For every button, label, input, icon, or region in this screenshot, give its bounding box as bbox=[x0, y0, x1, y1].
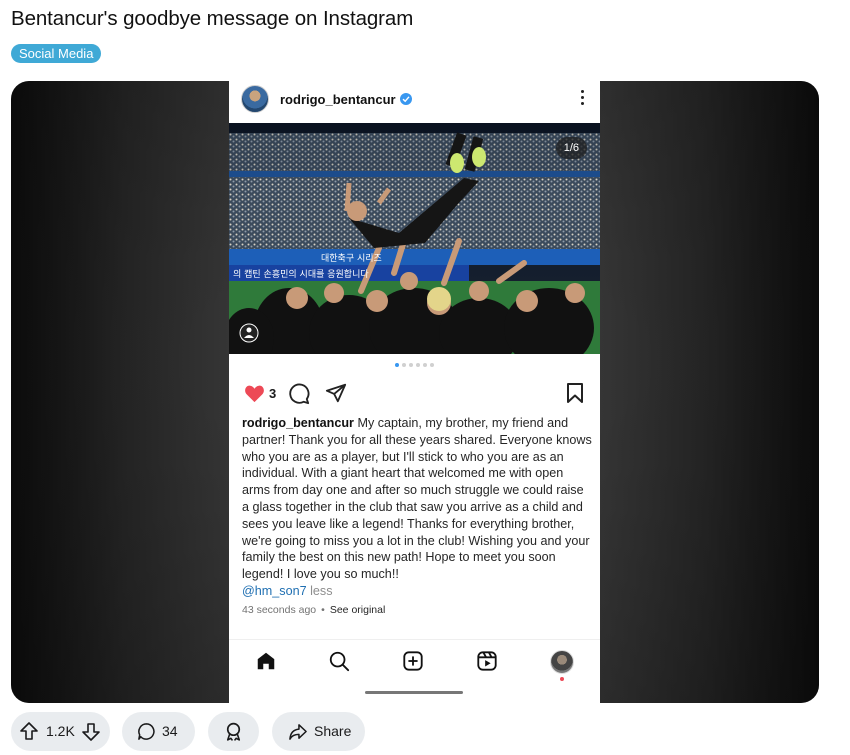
comment-count: 34 bbox=[162, 723, 178, 739]
search-icon bbox=[329, 651, 350, 672]
instagram-screenshot: rodrigo_bentancur 의 캡틴 손흥민의 시대를 응원합니다 대한… bbox=[229, 81, 600, 703]
profile-avatar bbox=[241, 85, 269, 113]
meta-separator: • bbox=[321, 604, 325, 616]
comment-bubble-icon bbox=[138, 723, 155, 740]
send-icon bbox=[325, 383, 347, 403]
carousel-dot bbox=[430, 363, 434, 367]
see-original-link: See original bbox=[329, 604, 386, 616]
carousel-dot bbox=[423, 363, 427, 367]
photo-banner-text: 의 캡틴 손흥민의 시대를 응원합니다 bbox=[233, 268, 369, 280]
profile-avatar bbox=[550, 650, 574, 674]
carousel-dots bbox=[229, 363, 600, 367]
comments-button[interactable]: 34 bbox=[122, 712, 195, 751]
post-caption: rodrigo_bentancur My captain, my brother… bbox=[242, 415, 592, 600]
mention-link: @hm_son7 bbox=[242, 583, 307, 598]
share-label: Share bbox=[314, 723, 352, 739]
post-meta: 43 seconds ago • See original bbox=[242, 604, 385, 616]
vote-bar: 1.2K bbox=[11, 712, 110, 751]
more-options-icon bbox=[580, 90, 586, 108]
post-title: Bentancur's goodbye message on Instagram bbox=[11, 7, 414, 30]
upvote-icon[interactable] bbox=[19, 721, 39, 741]
caption-username: rodrigo_bentancur bbox=[242, 416, 354, 430]
notification-dot bbox=[560, 677, 564, 681]
reels-icon bbox=[477, 651, 497, 671]
caption-text: My captain, my brother, my friend and pa… bbox=[242, 416, 592, 582]
photo-banner-text-2: 대한축구 시리즈 bbox=[321, 253, 382, 264]
award-button[interactable] bbox=[208, 712, 259, 751]
home-icon bbox=[257, 652, 275, 670]
like-count: 3 bbox=[269, 386, 277, 401]
share-icon bbox=[289, 724, 307, 740]
less-link: less bbox=[310, 583, 333, 598]
instagram-bottom-nav bbox=[229, 639, 600, 689]
carousel-dot bbox=[416, 363, 420, 367]
flair-badge[interactable]: Social Media bbox=[11, 44, 102, 63]
create-icon bbox=[403, 651, 423, 671]
instagram-header: rodrigo_bentancur bbox=[229, 81, 600, 123]
comment-icon bbox=[289, 383, 310, 405]
downvote-icon[interactable] bbox=[81, 722, 101, 742]
media-viewer[interactable]: rodrigo_bentancur 의 캡틴 손흥민의 시대를 응원합니다 대한… bbox=[11, 81, 819, 703]
post-timestamp: 43 seconds ago bbox=[242, 604, 317, 616]
carousel-dot bbox=[409, 363, 413, 367]
carousel-dot bbox=[395, 363, 399, 367]
verified-badge-icon bbox=[400, 93, 412, 105]
bookmark-icon bbox=[567, 383, 583, 403]
vote-count: 1.2K bbox=[46, 723, 75, 739]
home-indicator bbox=[365, 691, 463, 694]
image-counter: 1/6 bbox=[555, 137, 587, 159]
post-photo: 의 캡틴 손흥민의 시대를 응원합니다 대한축구 시리즈 1/6 bbox=[229, 123, 600, 354]
instagram-username: rodrigo_bentancur bbox=[280, 92, 396, 107]
award-icon bbox=[226, 722, 241, 741]
instagram-actions: 3 bbox=[229, 379, 600, 409]
carousel-dot bbox=[402, 363, 406, 367]
share-button[interactable]: Share bbox=[272, 712, 365, 751]
heart-icon bbox=[245, 385, 264, 403]
